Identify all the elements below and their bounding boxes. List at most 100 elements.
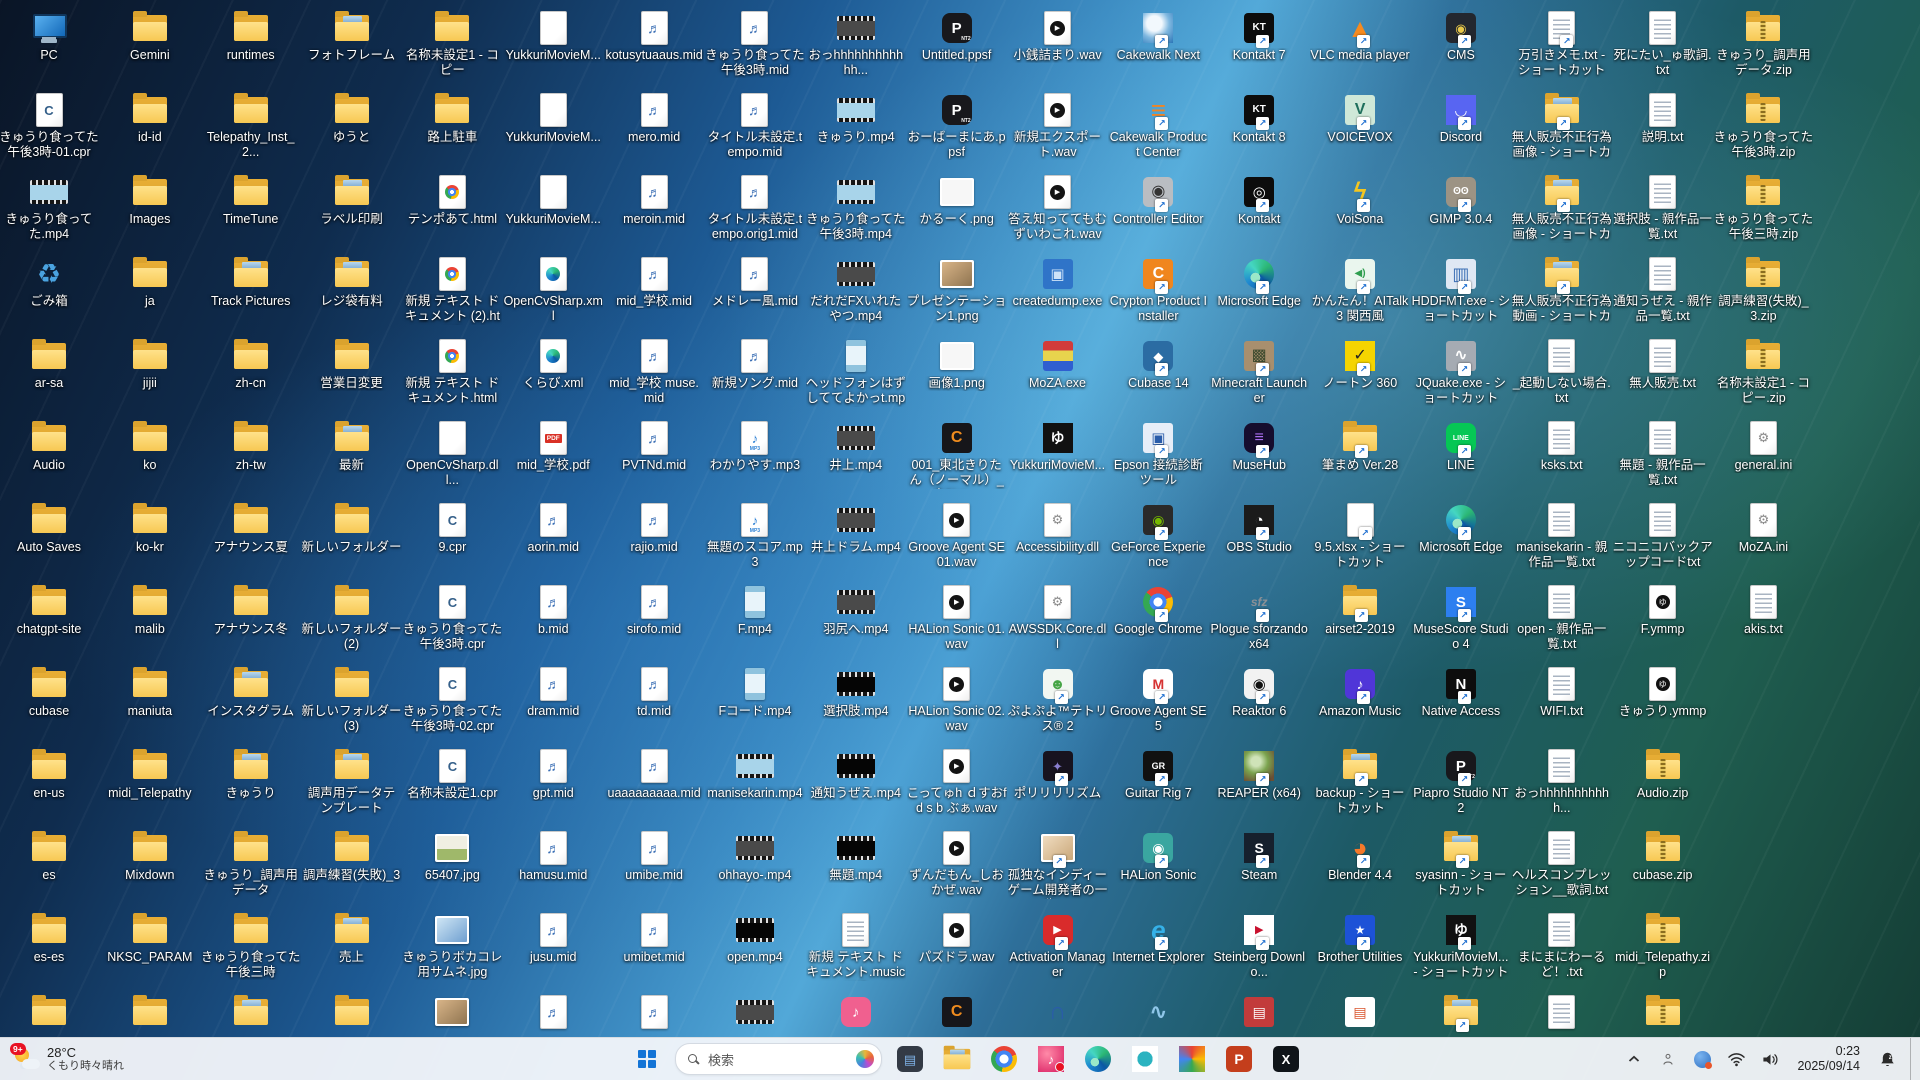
- desktop-icon[interactable]: ★ ↗ Brother Utilities: [1310, 912, 1410, 965]
- taskbar-app-app-window[interactable]: ▤: [891, 1041, 929, 1077]
- hidden-icons-chevron-icon[interactable]: [1617, 1042, 1651, 1076]
- desktop-icon[interactable]: ar-sa: [0, 338, 99, 391]
- desktop-icon[interactable]: まにまにわーるど！.txt: [1512, 912, 1612, 980]
- desktop-icon[interactable]: ◀) ↗ かんたん！AITalk 3 関西風: [1310, 256, 1410, 324]
- taskbar-search[interactable]: 検索: [675, 1043, 882, 1075]
- desktop-icon[interactable]: ♬ umibet.mid: [604, 912, 704, 965]
- weather-widget[interactable]: 9+ 28°C くもり時々晴れ: [6, 1038, 132, 1080]
- desktop-icon[interactable]: 名称未設定1 - コピー.zip: [1713, 338, 1813, 406]
- desktop-icon[interactable]: ↗ 万引きメモ.txt - ショートカット: [1512, 10, 1612, 78]
- desktop-icon[interactable]: ▶ ↗ Activation Manager: [1008, 912, 1108, 980]
- desktop-icon[interactable]: ♬ きゅうり食ってた午後3時.mid: [705, 10, 805, 78]
- desktop-icon[interactable]: ↗: [1411, 994, 1511, 1032]
- desktop-icon[interactable]: M ↗ Groove Agent SE 5: [1108, 666, 1208, 734]
- desktop-icon[interactable]: PC: [0, 10, 99, 63]
- desktop-icon[interactable]: くらび.xml: [503, 338, 603, 391]
- desktop-icon[interactable]: ↗無人販売不正行為画像 - ショートカット: [1512, 174, 1612, 243]
- taskbar-app-microsoft-edge[interactable]: [1079, 1041, 1117, 1077]
- desktop-icon[interactable]: おっhhhhhhhhhhh...: [1512, 748, 1612, 816]
- desktop-icon[interactable]: ja: [100, 256, 200, 309]
- desktop-icon[interactable]: ∿: [1108, 994, 1208, 1032]
- desktop-icon[interactable]: ♬ メドレー風.mid: [705, 256, 805, 309]
- desktop-icon[interactable]: きゅうりボカコレ用サムネ.jpg: [402, 912, 502, 980]
- desktop-icon[interactable]: Track Pictures: [201, 256, 301, 309]
- desktop-icon[interactable]: _起動しない場合.txt: [1512, 338, 1612, 406]
- desktop-icon[interactable]: Images: [100, 174, 200, 227]
- desktop-icon[interactable]: ↗ 筆まめ Ver.28: [1310, 420, 1410, 473]
- accessibility-icon[interactable]: [1651, 1042, 1685, 1076]
- desktop-icon[interactable]: 営業日変更: [302, 338, 402, 391]
- desktop-icon[interactable]: 新しいフォルダー (3): [302, 666, 402, 734]
- desktop-icon[interactable]: Mixdown: [100, 830, 200, 883]
- desktop-icon[interactable]: ◕ ↗ Blender 4.4: [1310, 830, 1410, 883]
- desktop-icon[interactable]: jijii: [100, 338, 200, 391]
- desktop-icon[interactable]: NKSC_PARAM: [100, 912, 200, 965]
- desktop-icon[interactable]: N ↗ Native Access: [1411, 666, 1511, 719]
- desktop-icon[interactable]: 最新: [302, 420, 402, 473]
- desktop-icon[interactable]: S ↗ Steam: [1209, 830, 1309, 883]
- desktop-icon[interactable]: おっhhhhhhhhhhhh...: [806, 10, 906, 78]
- desktop-icon[interactable]: P NT2 おーばーまにあ.ppsf: [907, 92, 1007, 160]
- desktop-icon[interactable]: ∩: [1008, 994, 1108, 1032]
- desktop-icon[interactable]: ✓ ↗ ノートン 360: [1310, 338, 1410, 391]
- desktop-icon[interactable]: ▤: [1209, 994, 1309, 1032]
- desktop-icon[interactable]: ▥ ↗ HDDFMT.exe - ショートカット: [1411, 256, 1511, 324]
- desktop-icon[interactable]: runtimes: [201, 10, 301, 63]
- desktop-icon[interactable]: midi_Telepathy: [100, 748, 200, 801]
- desktop-icon[interactable]: ♬ mero.mid: [604, 92, 704, 145]
- desktop-icon[interactable]: ◉ ↗ Controller Editor: [1108, 174, 1208, 227]
- start-button[interactable]: [628, 1041, 666, 1077]
- desktop-icon[interactable]: アナウンス冬: [201, 584, 301, 637]
- desktop-icon[interactable]: ≡ ↗ Cakewalk Product Center: [1108, 92, 1208, 160]
- desktop-icon[interactable]: きゅうり食ってた午後3時.zip: [1713, 92, 1813, 160]
- desktop-icon[interactable]: だれだFXいれたやつ.mp4: [806, 256, 906, 324]
- desktop-icon[interactable]: ゆ ↗ YukkuriMovieM... - ショートカット: [1411, 912, 1511, 980]
- taskbar-clock[interactable]: 0:23 2025/09/14: [1789, 1044, 1868, 1074]
- desktop-icon[interactable]: ▤: [1310, 994, 1410, 1032]
- desktop-icon[interactable]: ▶ HALion Sonic 01.wav: [907, 584, 1007, 652]
- desktop-icon[interactable]: ♬ jusu.mid: [503, 912, 603, 965]
- desktop-icon[interactable]: ▲ ↗ VLC media player: [1310, 10, 1410, 63]
- desktop-icon[interactable]: Auto Saves: [0, 502, 99, 555]
- desktop-icon[interactable]: ♬: [604, 994, 704, 1032]
- desktop-icon[interactable]: ▶ こってゅh ｄすおf d s b ぶぁ.wav: [907, 748, 1007, 816]
- notification-bell-icon[interactable]: z: [1870, 1042, 1904, 1076]
- desktop-icon[interactable]: 画像1.png: [907, 338, 1007, 391]
- desktop-icon[interactable]: ↗ REAPER (x64): [1209, 748, 1309, 801]
- desktop-icon[interactable]: zh-tw: [201, 420, 301, 473]
- desktop-icon[interactable]: 調声用データテンプレート: [302, 748, 402, 816]
- desktop-icon[interactable]: アナウンス夏: [201, 502, 301, 555]
- desktop-icon[interactable]: ☻ ↗ ぷよぷよ™テトリス® 2: [1008, 666, 1108, 734]
- desktop-icon[interactable]: 路上駐車: [402, 92, 502, 145]
- taskbar-app-music-app[interactable]: ♪: [1032, 1041, 1070, 1077]
- taskbar-app-file-explorer[interactable]: [938, 1041, 976, 1077]
- desktop-icon[interactable]: きゅうり_調声用データ.zip: [1713, 10, 1813, 78]
- desktop-icon[interactable]: 新規 テキスト ドキュメント (2).html: [402, 256, 502, 325]
- desktop-icon[interactable]: ♬ sirofo.mid: [604, 584, 704, 637]
- desktop-icon[interactable]: [201, 994, 301, 1032]
- desktop-icon[interactable]: ↗ airset2-2019: [1310, 584, 1410, 637]
- desktop-icon[interactable]: manisekarin.mp4: [705, 748, 805, 801]
- desktop-icon[interactable]: ♪: [806, 994, 906, 1032]
- desktop-icon[interactable]: 調声練習(失敗)_3.zip: [1713, 256, 1813, 324]
- desktop-icon[interactable]: [402, 994, 502, 1032]
- tray-sphere-icon[interactable]: [1685, 1042, 1719, 1076]
- desktop-icon[interactable]: ラベル印刷: [302, 174, 402, 227]
- desktop-icon[interactable]: ▶ 小銭詰まり.wav: [1008, 10, 1108, 63]
- desktop-icon[interactable]: malib: [100, 584, 200, 637]
- desktop-icon[interactable]: 選択肢 - 親作品一覧.txt: [1613, 174, 1713, 242]
- desktop-icon[interactable]: cubase.zip: [1613, 830, 1713, 883]
- desktop-icon[interactable]: ♪ ↗ Amazon Music: [1310, 666, 1410, 719]
- desktop-icon[interactable]: きゅうり食ってた午後三時.zip: [1713, 174, 1813, 242]
- desktop-icon[interactable]: ♬ b.mid: [503, 584, 603, 637]
- desktop-icon[interactable]: TimeTune: [201, 174, 301, 227]
- desktop-icon[interactable]: ʘʘ ↗ GIMP 3.0.4: [1411, 174, 1511, 227]
- desktop-icon[interactable]: GR ↗ Guitar Rig 7: [1108, 748, 1208, 801]
- desktop-icon[interactable]: ◉ ↗ Reaktor 6: [1209, 666, 1309, 719]
- desktop-icon[interactable]: ◎ ↗ Kontakt: [1209, 174, 1309, 227]
- desktop-icon[interactable]: PNT2↗Piapro Studio NT2: [1411, 748, 1511, 816]
- desktop-icon[interactable]: ♪ MP3 無題のスコア.mp3: [705, 502, 805, 570]
- desktop-icon[interactable]: 売上: [302, 912, 402, 965]
- desktop-icon[interactable]: 選択肢.mp4: [806, 666, 906, 719]
- desktop-icon[interactable]: [0, 994, 99, 1032]
